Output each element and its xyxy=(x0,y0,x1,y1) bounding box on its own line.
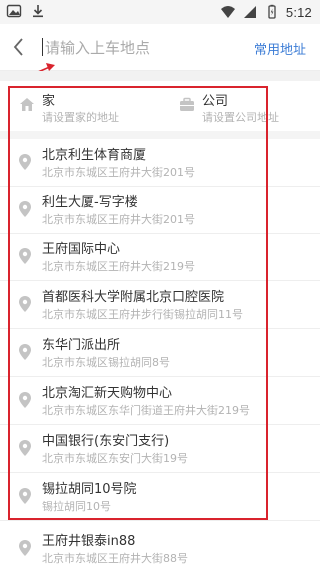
place-item[interactable]: 王府井银泰in88 北京市东城区王府井大街88号 xyxy=(0,526,320,572)
status-time: 5:12 xyxy=(285,4,312,20)
place-address: 北京市东城区东华门街道王府井大街219号 xyxy=(42,404,250,417)
place-item[interactable]: 王府国际中心 北京市东城区王府井大街219号 xyxy=(0,234,320,280)
place-address: 北京市东城区王府井大街219号 xyxy=(42,260,195,273)
text-caret xyxy=(42,38,43,56)
location-pin-icon xyxy=(19,344,31,360)
place-address: 北京市东城区王府井大街201号 xyxy=(42,213,195,226)
place-item[interactable]: 北京利生体育商厦 北京市东城区王府井大街201号 xyxy=(0,140,320,186)
divider xyxy=(0,131,320,139)
download-icon xyxy=(33,5,43,18)
location-pin-icon xyxy=(19,296,31,312)
location-pin-icon xyxy=(19,488,31,504)
office-shortcut[interactable]: 公司 请设置公司地址 xyxy=(178,88,308,134)
divider xyxy=(0,280,320,281)
place-title: 锡拉胡同10号院 xyxy=(42,482,137,497)
place-item[interactable]: 锡拉胡同10号院 锡拉胡同10号 xyxy=(0,474,320,520)
divider xyxy=(0,520,320,521)
place-title: 北京利生体育商厦 xyxy=(42,148,147,163)
location-pin-icon xyxy=(19,201,31,217)
pickup-input-wrapper xyxy=(42,35,232,61)
wifi-icon xyxy=(220,6,235,18)
location-pin-icon xyxy=(19,440,31,456)
briefcase-icon xyxy=(180,97,194,111)
pickup-input[interactable] xyxy=(45,35,230,61)
battery-icon xyxy=(268,4,276,19)
place-title: 中国银行(东安门支行) xyxy=(42,434,170,449)
place-title: 利生大厦-写字楼 xyxy=(42,195,138,210)
office-subtitle: 请设置公司地址 xyxy=(202,111,279,124)
place-item[interactable]: 东华门派出所 北京市东城区锡拉胡同8号 xyxy=(0,330,320,376)
place-address: 锡拉胡同10号 xyxy=(42,500,111,513)
place-title: 王府国际中心 xyxy=(42,242,121,257)
shortcut-row: 家 请设置家的地址 公司 请设置公司地址 xyxy=(0,88,320,134)
common-address-button[interactable]: 常用地址 xyxy=(254,39,306,58)
place-item[interactable]: 首都医科大学附属北京口腔医院 北京市东城区王府井步行街锡拉胡同11号 xyxy=(0,282,320,328)
divider xyxy=(0,424,320,425)
place-title: 首都医科大学附属北京口腔医院 xyxy=(42,290,225,305)
home-icon xyxy=(20,98,34,111)
divider xyxy=(0,376,320,377)
back-arrow-icon[interactable] xyxy=(10,36,28,58)
place-title: 东华门派出所 xyxy=(42,338,121,353)
divider xyxy=(0,328,320,329)
place-address: 北京市东城区东安门大街19号 xyxy=(42,452,188,465)
home-shortcut[interactable]: 家 请设置家的地址 xyxy=(18,88,168,134)
divider xyxy=(0,472,320,473)
place-title: 王府井银泰in88 xyxy=(42,534,136,549)
place-item[interactable]: 利生大厦-写字楼 北京市东城区王府井大街201号 xyxy=(0,187,320,233)
location-pin-icon xyxy=(19,540,31,556)
place-item[interactable]: 中国银行(东安门支行) 北京市东城区东安门大街19号 xyxy=(0,426,320,472)
location-pin-icon xyxy=(19,248,31,264)
home-subtitle: 请设置家的地址 xyxy=(42,111,119,124)
place-address: 北京市东城区王府井大街88号 xyxy=(42,552,188,565)
place-title: 北京淘汇新天购物中心 xyxy=(42,386,173,401)
location-pin-icon xyxy=(19,154,31,170)
image-icon xyxy=(6,4,22,18)
status-bar: 5:12 xyxy=(0,0,320,24)
place-address: 北京市东城区王府井大街201号 xyxy=(42,166,195,179)
place-address: 北京市东城区锡拉胡同8号 xyxy=(42,356,170,369)
section-gap xyxy=(0,71,320,81)
signal-icon xyxy=(243,6,256,18)
home-title: 家 xyxy=(42,94,56,109)
place-address: 北京市东城区王府井步行街锡拉胡同11号 xyxy=(42,308,243,321)
office-title: 公司 xyxy=(202,94,229,109)
place-item[interactable]: 北京淘汇新天购物中心 北京市东城区东华门街道王府井大街219号 xyxy=(0,378,320,424)
location-pin-icon xyxy=(19,392,31,408)
